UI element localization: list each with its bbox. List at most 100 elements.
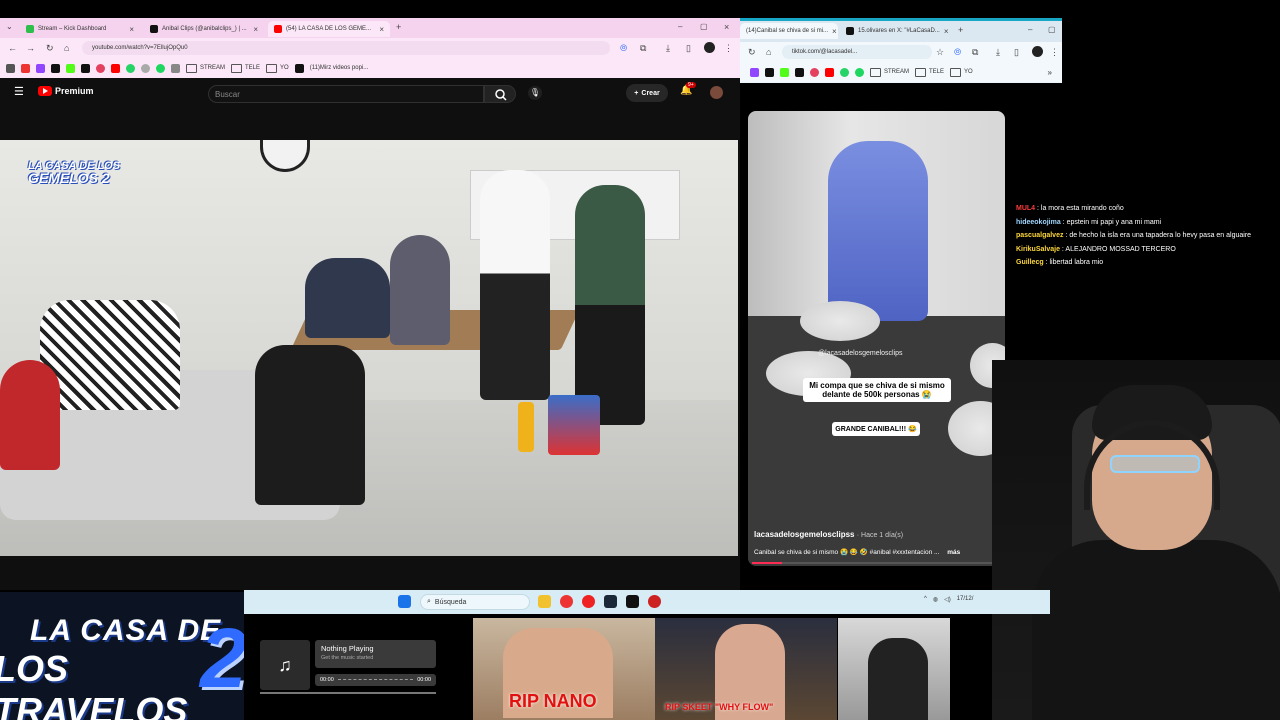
youtube-play-icon	[38, 86, 52, 96]
reload-icon[interactable]: ↻	[748, 46, 756, 58]
twitch-icon[interactable]	[750, 67, 759, 77]
maximize-icon[interactable]: ▢	[1048, 24, 1056, 36]
minimize-icon[interactable]: –	[678, 21, 682, 33]
spotify-icon[interactable]	[156, 63, 165, 73]
back-icon[interactable]: ←	[8, 42, 17, 54]
create-button[interactable]: + Crear	[626, 84, 668, 102]
tab-x-post[interactable]: 15.olivares en X: "#LaCasaD... ×	[840, 23, 952, 39]
more-bookmarks-icon[interactable]: »	[1048, 68, 1052, 77]
close-icon[interactable]: ×	[832, 27, 837, 36]
profile-avatar[interactable]	[704, 42, 715, 53]
extension-icon[interactable]: ⦾	[620, 42, 627, 54]
tab-list-chevron-icon[interactable]: ⌄	[6, 21, 13, 33]
youtube-icon[interactable]	[825, 67, 834, 77]
twitch-icon[interactable]	[36, 63, 45, 73]
hamburger-menu-icon[interactable]: ☰	[14, 85, 24, 98]
chrome-icon[interactable]	[560, 595, 573, 608]
bookmark-folder[interactable]: YO	[950, 68, 973, 77]
progress-track[interactable]	[752, 562, 1001, 564]
whatsapp-icon[interactable]	[126, 63, 135, 73]
app-icon[interactable]	[582, 595, 595, 608]
account-avatar[interactable]	[710, 86, 723, 99]
music-track	[337, 679, 414, 681]
spotify-icon[interactable]	[855, 67, 864, 77]
tiktok-video[interactable]: @lacasadelosgemelosclips Mi compa que se…	[748, 111, 1005, 566]
plus-icon: +	[634, 89, 639, 97]
file-explorer-icon[interactable]	[538, 595, 551, 608]
bookmark-folder[interactable]: STREAM	[186, 64, 225, 73]
profile-avatar[interactable]	[1032, 46, 1043, 57]
forward-icon[interactable]: →	[26, 42, 35, 54]
bookmark-folder[interactable]: YO	[266, 64, 289, 73]
taskbar-search[interactable]: ⌕ Búsqueda	[420, 594, 530, 610]
whatsapp-icon[interactable]	[840, 67, 849, 77]
instagram-icon[interactable]	[810, 67, 819, 77]
clock-date[interactable]: 17/12/	[957, 596, 974, 603]
app-icon[interactable]	[648, 595, 661, 608]
close-icon[interactable]: ×	[944, 27, 949, 36]
steam-icon[interactable]	[604, 595, 617, 608]
tab-youtube-active[interactable]: (54) LA CASA DE LOS GEME... ×	[268, 21, 390, 37]
new-tab-icon[interactable]: +	[396, 21, 401, 33]
minimize-icon[interactable]: –	[1028, 24, 1032, 36]
search-input[interactable]: Buscar	[208, 85, 484, 103]
extensions-puzzle-icon[interactable]: ⧉	[640, 42, 646, 54]
site-icon[interactable]	[171, 63, 180, 73]
more-link[interactable]: más	[947, 549, 960, 556]
extension-icon[interactable]: ⦾	[954, 46, 961, 58]
close-icon[interactable]: ×	[379, 25, 384, 34]
url-field[interactable]: tiktok.com/@lacasadel...	[782, 45, 932, 59]
bookmark-folder[interactable]: TELE	[915, 68, 944, 77]
close-icon[interactable]: ×	[129, 25, 134, 34]
kick-icon[interactable]	[780, 67, 789, 77]
menu-kebab-icon[interactable]: ⋮	[1050, 46, 1059, 58]
tiktok-username[interactable]: lacasadelosgemelosclipss · Hace 1 día(s)	[754, 530, 903, 539]
kick-icon[interactable]	[66, 63, 75, 73]
download-icon[interactable]: ⤓	[996, 46, 1000, 58]
youtube-icon[interactable]	[111, 63, 120, 73]
chat-text: la mora esta mirando coño	[1040, 205, 1124, 212]
tiktok-icon[interactable]	[765, 67, 774, 77]
bookmark-folder[interactable]: STREAM	[870, 68, 909, 77]
extensions-puzzle-icon[interactable]: ⧉	[972, 46, 978, 58]
tab-tiktok-anibal[interactable]: Anibal Clips (@anibalclips_) | ... ×	[144, 21, 264, 37]
windows-start-icon[interactable]	[398, 595, 411, 608]
bookmark-item[interactable]: (11)Mirz videos popi...	[310, 65, 369, 71]
clip-thumbnail	[838, 618, 950, 720]
app-icon[interactable]	[626, 595, 639, 608]
x-icon[interactable]	[795, 67, 804, 77]
star-icon[interactable]: ☆	[936, 46, 944, 58]
video-player[interactable]: LA CASA DE LOS GEMELOS 2	[0, 140, 738, 556]
maximize-icon[interactable]: ▢	[700, 21, 708, 33]
bookmark-folder[interactable]: TELE	[231, 64, 260, 73]
reload-icon[interactable]: ↻	[46, 42, 54, 54]
network-icon[interactable]: ◍	[933, 596, 938, 603]
home-icon[interactable]: ⌂	[64, 42, 69, 54]
home-icon[interactable]: ⌂	[766, 46, 771, 58]
sidepanel-icon[interactable]: ▯	[686, 42, 691, 54]
youtube-logo[interactable]: Premium	[38, 86, 94, 96]
microphone-icon[interactable]: 🎙	[528, 86, 542, 100]
new-tab-icon[interactable]: +	[958, 24, 963, 36]
person-blue-hoodie	[828, 141, 928, 321]
speaker-icon[interactable]: ◁)	[944, 596, 951, 603]
bookmark-icon[interactable]	[21, 63, 30, 73]
sidepanel-icon[interactable]: ▯	[1014, 46, 1019, 58]
site-icon[interactable]	[141, 63, 150, 73]
tiktok-icon[interactable]	[51, 63, 60, 73]
close-icon[interactable]: ×	[253, 25, 258, 34]
tab-tiktok-active[interactable]: (14)Canibal se chiva de si mi... ×	[740, 23, 838, 39]
download-icon[interactable]: ⤓	[666, 42, 670, 54]
window-close-icon[interactable]: ×	[724, 21, 729, 33]
bookmarks-bar: STREAM TELE YO »	[740, 62, 1062, 82]
apps-grid-icon[interactable]	[6, 63, 15, 73]
address-bar-row: ← → ↻ ⌂ youtube.com/watch?v=7EllujOpQu0 …	[0, 38, 740, 58]
x-icon[interactable]	[81, 63, 90, 73]
menu-kebab-icon[interactable]: ⋮	[724, 42, 733, 54]
search-button[interactable]	[484, 85, 516, 103]
instagram-icon[interactable]	[96, 63, 105, 73]
tray-chevron-icon[interactable]: ^	[924, 596, 927, 603]
url-field[interactable]: youtube.com/watch?v=7EllujOpQu0	[82, 41, 610, 55]
system-tray[interactable]: ^ ◍ ◁) 17/12/	[924, 596, 973, 603]
tab-kick-dashboard[interactable]: Stream – Kick Dashboard ×	[20, 21, 140, 37]
